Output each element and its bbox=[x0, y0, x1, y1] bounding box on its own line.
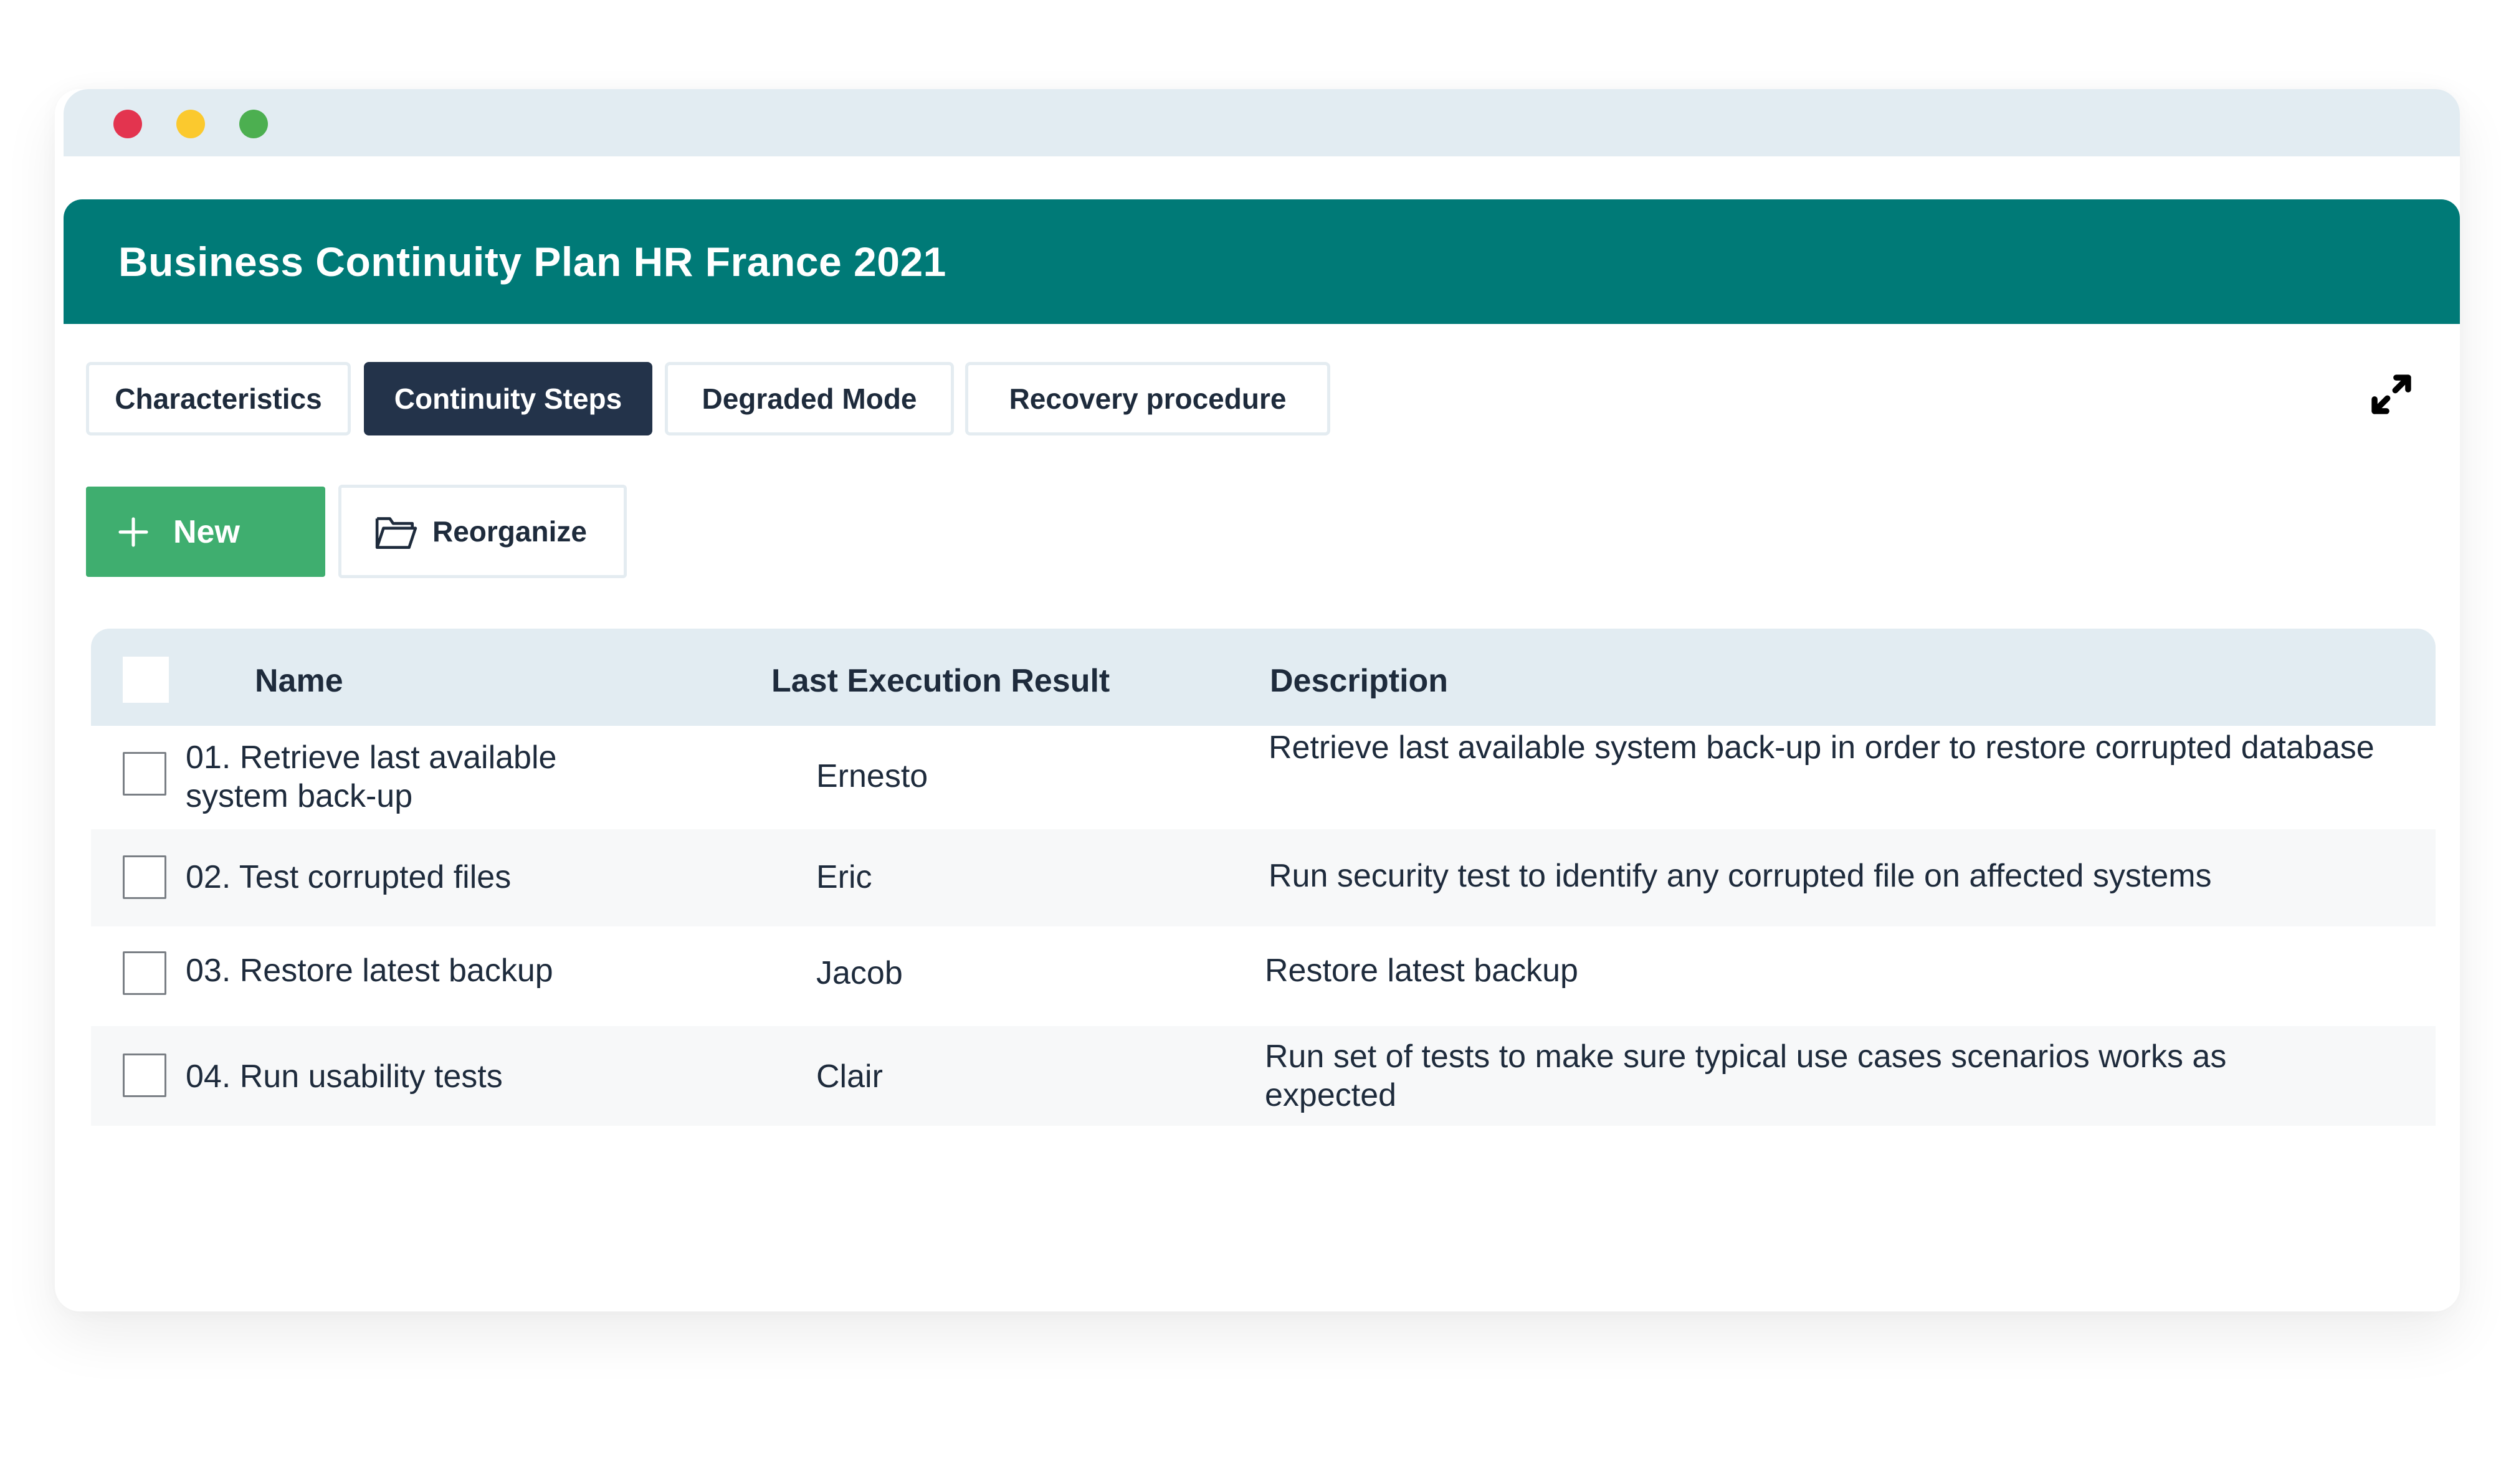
step-result: Jacob bbox=[816, 955, 903, 991]
maximize-window-button[interactable] bbox=[239, 110, 268, 138]
reorganize-button[interactable]: Reorganize bbox=[338, 485, 627, 578]
app-window: Business Continuity Plan HR France 2021 … bbox=[55, 89, 2460, 1311]
step-description: Retrieve last available system back-up i… bbox=[1269, 730, 2375, 766]
column-header-name[interactable]: Name bbox=[255, 629, 343, 733]
step-name[interactable]: 03. Restore latest backup bbox=[186, 951, 634, 990]
page-title: Business Continuity Plan HR France 2021 bbox=[118, 239, 946, 285]
step-description: Restore latest backup bbox=[1265, 953, 1578, 989]
expand-icon bbox=[2371, 374, 2411, 414]
row-checkbox[interactable] bbox=[123, 951, 166, 995]
row-checkbox[interactable] bbox=[123, 752, 166, 796]
close-window-button[interactable] bbox=[113, 110, 142, 138]
tab-continuity-steps[interactable]: Continuity Steps bbox=[364, 362, 652, 435]
tab-recovery-procedure[interactable]: Recovery procedure bbox=[965, 362, 1330, 435]
column-header-last-execution-result[interactable]: Last Execution Result bbox=[771, 629, 1110, 733]
row-checkbox[interactable] bbox=[123, 1054, 166, 1097]
table-header: Name Last Execution Result Description bbox=[91, 629, 2436, 726]
step-name[interactable]: 02. Test corrupted files bbox=[186, 858, 634, 897]
new-button-label: New bbox=[173, 513, 240, 550]
step-name[interactable]: 04. Run usability tests bbox=[186, 1057, 634, 1096]
window-titlebar bbox=[64, 89, 2460, 156]
tab-degraded-mode[interactable]: Degraded Mode bbox=[665, 362, 954, 435]
table-row[interactable]: 03. Restore latest backup Jacob Restore … bbox=[91, 926, 2436, 1026]
row-checkbox[interactable] bbox=[123, 855, 166, 899]
step-description: Run set of tests to make sure typical us… bbox=[1265, 1039, 2227, 1113]
step-description: Run security test to identify any corrup… bbox=[1269, 858, 2212, 894]
table-row[interactable]: 04. Run usability tests Clair Run set of… bbox=[91, 1026, 2436, 1126]
step-name[interactable]: 01. Retrieve last available system back-… bbox=[186, 738, 634, 816]
select-all-checkbox[interactable] bbox=[123, 657, 169, 703]
table-row[interactable]: 01. Retrieve last available system back-… bbox=[91, 726, 2436, 827]
step-result: Eric bbox=[816, 859, 872, 895]
step-result: Clair bbox=[816, 1058, 883, 1095]
tab-characteristics[interactable]: Characteristics bbox=[86, 362, 351, 435]
new-button[interactable]: New bbox=[86, 487, 325, 577]
step-result: Ernesto bbox=[816, 758, 928, 794]
column-header-description[interactable]: Description bbox=[1270, 629, 1448, 733]
minimize-window-button[interactable] bbox=[176, 110, 205, 138]
reorganize-button-label: Reorganize bbox=[432, 515, 587, 548]
table-row[interactable]: 02. Test corrupted files Eric Run securi… bbox=[91, 829, 2436, 926]
continuity-steps-table: Name Last Execution Result Description 0… bbox=[91, 629, 2436, 1126]
folder-icon bbox=[374, 511, 419, 551]
plus-icon bbox=[116, 515, 151, 549]
expand-button[interactable] bbox=[2360, 363, 2422, 426]
page-header: Business Continuity Plan HR France 2021 bbox=[64, 199, 2460, 324]
